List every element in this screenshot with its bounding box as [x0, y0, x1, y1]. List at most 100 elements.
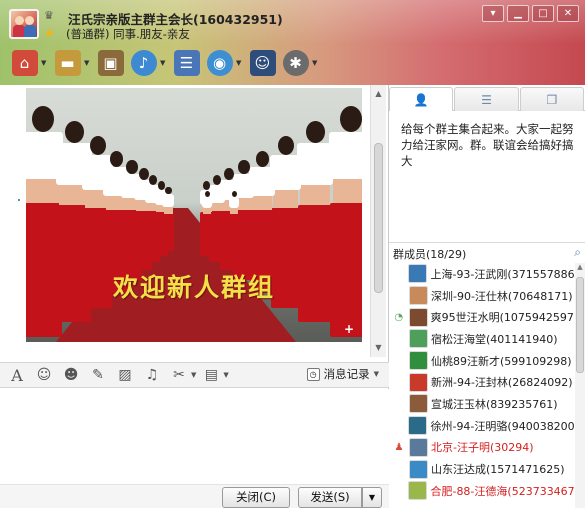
member-row[interactable]: ♟ 北京-汪子明(30294)	[389, 437, 575, 459]
scroll-down-icon[interactable]: ▼	[371, 341, 386, 355]
avatar	[409, 394, 428, 414]
voice-button[interactable]: ♪	[127, 47, 160, 79]
message-log-label: 消息记录	[323, 367, 370, 381]
minimize-button[interactable]: ▁	[507, 5, 529, 22]
magic-face-icon[interactable]: ☻	[60, 365, 82, 385]
bottom-bar: 关闭(C) 发送(S) ▼	[0, 484, 389, 508]
photo-album-button[interactable]: ▣	[94, 47, 127, 79]
avatar	[408, 416, 428, 436]
police-button[interactable]: ☺	[246, 47, 279, 79]
plus-icon[interactable]: +	[344, 322, 354, 336]
side-pane: 👤 ☰ ❐ 给每个群主集合起来。大家一起努力给汪家网。群。联谊会给搞好搞大 群成…	[389, 85, 585, 508]
close-window-button[interactable]: ✕	[557, 5, 579, 22]
list-icon: ☰	[481, 92, 492, 107]
member-row[interactable]: 新洲-94-汪封林(26824092)	[389, 371, 575, 393]
member-row[interactable]: 宿松汪海堂(401141940)	[389, 328, 575, 350]
tab-announcement[interactable]: 👤	[389, 87, 454, 111]
history-scrollbar[interactable]: ▲ ▼	[370, 85, 386, 357]
chevron-down-icon[interactable]: ▼	[236, 59, 246, 67]
member-row[interactable]: 宣城汪玉林(839235761)	[389, 393, 575, 415]
window-controls: ▾ ▁ □ ✕	[482, 5, 579, 22]
avatar	[408, 307, 428, 327]
person-icon: 👤	[413, 92, 429, 107]
send-button[interactable]: 发送(S)	[298, 487, 362, 508]
avatar	[408, 264, 428, 284]
member-scrollbar[interactable]: ▲	[575, 263, 585, 508]
group-announcement: 给每个群主集合起来。大家一起努力给汪家网。群。联谊会给搞好搞大	[401, 122, 574, 168]
member-name: 深圳-90-汪仕林(70648171)	[431, 289, 573, 303]
scrollbar-thumb[interactable]	[576, 277, 584, 373]
chevron-down-icon[interactable]: ▼	[84, 59, 94, 67]
owner-icon: ♟	[394, 441, 404, 453]
member-row[interactable]: 深圳-90-汪仕林(70648171)	[389, 285, 575, 307]
members-count: 群成员(18/29)	[393, 248, 467, 261]
avatar	[409, 286, 428, 306]
chevron-down-icon[interactable]: ▼	[191, 371, 196, 379]
menu-button[interactable]: ▾	[482, 5, 504, 22]
music-icon[interactable]: ♫	[141, 365, 163, 385]
chevron-down-icon[interactable]: ▼	[41, 59, 51, 67]
scroll-up-icon[interactable]: ▲	[575, 263, 585, 271]
avatar	[409, 372, 428, 392]
emoji-icon[interactable]: ☺	[33, 365, 55, 385]
tab-windows[interactable]: ❐	[519, 87, 584, 111]
member-row[interactable]: 合肥-88-汪德海(523733467)	[389, 480, 575, 502]
microphone-icon: ♪	[130, 50, 157, 76]
star-icon: ★	[44, 26, 55, 40]
member-row[interactable]: 仙桃89汪新才(599109298)	[389, 350, 575, 372]
member-row[interactable]: ◔ 爽95世汪水明(1075942597)	[389, 306, 575, 328]
scissors-icon[interactable]: ✂	[168, 365, 190, 385]
scroll-up-icon[interactable]: ▲	[371, 87, 386, 101]
chevron-down-icon: ▼	[373, 370, 379, 378]
message-log-button[interactable]: ◷ 消息记录 ▼	[306, 366, 379, 382]
group-subtitle: (普通群) 同事.朋友-亲友	[66, 27, 190, 41]
tab-list[interactable]: ☰	[454, 87, 519, 111]
message-history[interactable]: 欢迎新人群组 +	[0, 85, 370, 357]
member-row[interactable]: 上海-93-汪武刚(371557886)	[389, 263, 575, 285]
avatar	[409, 437, 428, 457]
member-list: 上海-93-汪武刚(371557886) 深圳-90-汪仕林(70648171) ◔…	[389, 263, 575, 508]
side-tabs: 👤 ☰ ❐	[389, 87, 585, 111]
send-options-button[interactable]: ▼	[362, 487, 382, 508]
main-toolbar: ⌂ ▼ ▬ ▼ ▣ ♪ ▼ ☰ ◉ ▼ ☺ ✱ ▼	[8, 45, 322, 81]
image-icon[interactable]: ▨	[114, 365, 136, 385]
scrollbar-thumb[interactable]	[374, 143, 383, 293]
member-name: 徐州-94-汪明骆(940038200)	[430, 419, 575, 433]
close-button[interactable]: 关闭(C)	[222, 487, 290, 508]
member-row[interactable]: 徐州-94-汪明骆(940038200)	[389, 415, 575, 437]
screenshot-icon[interactable]: ▤	[200, 365, 222, 385]
chevron-down-icon[interactable]: ▼	[160, 59, 170, 67]
member-name: 山东汪达成(1571471625)	[431, 463, 565, 477]
avatar	[408, 481, 428, 501]
member-name: 新洲-94-汪封林(26824092)	[431, 376, 573, 390]
search-icon[interactable]: ⌕	[574, 245, 581, 260]
home-button[interactable]: ⌂	[8, 47, 41, 79]
notes-add-icon: ☰	[173, 50, 200, 76]
folder-icon: ▬	[54, 50, 81, 76]
member-row[interactable]: 山东汪达成(1571471625)	[389, 458, 575, 480]
settings-button[interactable]: ✱	[279, 47, 312, 79]
chevron-down-icon[interactable]: ▼	[312, 59, 322, 67]
police-officer-icon: ☺	[249, 50, 276, 76]
chat-pane: 欢迎新人群组 + ▲ ▼ A ☺ ☻ ✎ ▨ ♫ ✂ ▼ ▤ ▼ ◷ 消息记录 …	[0, 85, 389, 508]
member-name: 合肥-88-汪德海(523733467)	[430, 484, 575, 498]
webcam-icon: ◉	[206, 50, 233, 76]
group-avatar[interactable]	[9, 9, 39, 39]
window-header: ♛ ★ 汪氏宗亲版主群主会长(160432951) (普通群) 同事.朋友-亲友…	[0, 0, 585, 85]
member-name: 宣城汪玉林(839235761)	[431, 397, 558, 411]
members-header: 群成员(18/29) ⌕	[389, 242, 585, 262]
speaking-icon: ◔	[394, 311, 404, 323]
member-name: 上海-93-汪武刚(371557886)	[430, 267, 575, 281]
webcam-button[interactable]: ◉	[203, 47, 236, 79]
member-name: 北京-汪子明(30294)	[431, 441, 534, 455]
notes-button[interactable]: ☰	[170, 47, 203, 79]
photo-album-icon: ▣	[97, 50, 124, 76]
clock-icon: ◷	[306, 367, 320, 381]
folder-button[interactable]: ▬	[51, 47, 84, 79]
maximize-button[interactable]: □	[532, 5, 554, 22]
message-input[interactable]	[0, 389, 389, 484]
chevron-down-icon[interactable]: ▼	[223, 371, 228, 379]
shared-image[interactable]: 欢迎新人群组 +	[26, 88, 362, 342]
edit-icon[interactable]: ✎	[87, 365, 109, 385]
font-icon[interactable]: A	[6, 365, 28, 385]
